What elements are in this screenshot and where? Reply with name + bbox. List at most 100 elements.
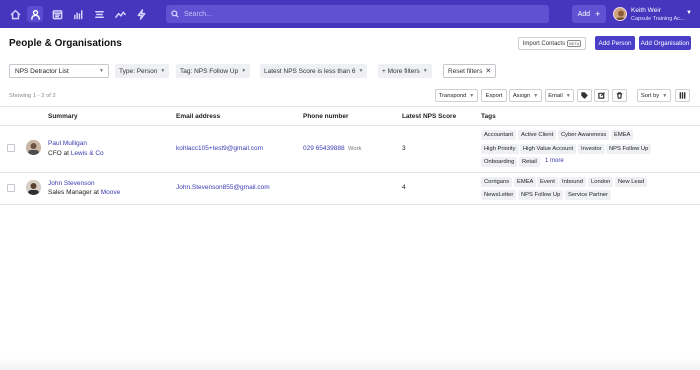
avatar[interactable]: [26, 140, 41, 155]
tag[interactable]: New Lead: [615, 177, 648, 187]
score-filter-value: 6: [351, 67, 356, 75]
reset-filters-button[interactable]: Reset filters ✕: [443, 64, 497, 78]
organisation-link[interactable]: Moove: [101, 189, 121, 196]
trash-icon: [616, 92, 623, 99]
tag[interactable]: London: [588, 177, 614, 187]
tag[interactable]: Inbound: [559, 177, 586, 187]
tag[interactable]: High Value Account: [520, 144, 577, 154]
person-name[interactable]: John Stevenson: [48, 180, 95, 187]
search-input[interactable]: Search...: [166, 5, 549, 23]
search-placeholder: Search...: [184, 10, 213, 18]
chevron-down-icon: ▼: [565, 92, 571, 99]
type-filter-label: Type:: [119, 67, 135, 75]
tag-button[interactable]: [577, 89, 592, 102]
delete-button[interactable]: [612, 89, 627, 102]
top-nav: Search... Add + Keith Weir Capsule Train…: [0, 0, 700, 28]
import-contacts-button[interactable]: Import Contacts BETA: [518, 37, 586, 50]
showing-count: Showing 1 - 2 of 2: [9, 93, 56, 99]
tag[interactable]: Active Client: [518, 130, 557, 140]
search-icon: [171, 10, 179, 18]
chevron-down-icon: ▼: [422, 68, 428, 74]
nps-score-filter[interactable]: Latest NPS Score is less than 6 ▼: [260, 64, 368, 78]
assign-label: Assign: [512, 92, 531, 99]
tag[interactable]: NPS Follow Up: [518, 190, 564, 200]
add-button-label: Add: [577, 10, 591, 18]
more-filters-button[interactable]: + More filters ▼: [378, 64, 432, 78]
email-link[interactable]: John.Stevenson855@gmail.com: [176, 184, 270, 191]
email-link[interactable]: kohlacc105+test9@gmail.com: [176, 145, 263, 152]
person-name[interactable]: Paul Mulligan: [48, 140, 87, 147]
people-icon[interactable]: [27, 6, 43, 22]
tag-filter-label: Tag:: [180, 67, 193, 75]
email-button[interactable]: Email ▼: [545, 89, 574, 102]
more-filters-label: + More filters: [382, 67, 420, 75]
bar-chart-icon[interactable]: [70, 6, 86, 22]
avatar[interactable]: [26, 180, 41, 195]
reset-filters-label: Reset filters: [448, 67, 483, 75]
tag[interactable]: EMEA: [611, 130, 634, 140]
tag[interactable]: NewsLetter: [481, 190, 517, 200]
tag[interactable]: Accountant: [481, 130, 517, 140]
column-nps-score[interactable]: Latest NPS Score: [402, 113, 456, 120]
person-title: CFO at Lewis & Co: [48, 150, 104, 157]
page-footer-shadow: [0, 358, 700, 370]
add-organisation-button[interactable]: Add Organisation: [639, 36, 691, 50]
export-button[interactable]: Export: [481, 89, 507, 102]
column-summary[interactable]: Summary: [48, 113, 78, 120]
chevron-down-icon[interactable]: ▼: [686, 10, 692, 16]
tag[interactable]: EMEA: [514, 177, 537, 187]
edit-button[interactable]: [594, 89, 609, 102]
list-icon[interactable]: [91, 6, 107, 22]
tag[interactable]: Event: [537, 177, 558, 187]
tag-icon: [581, 92, 588, 99]
home-icon[interactable]: [7, 6, 23, 22]
add-button[interactable]: Add +: [572, 5, 606, 23]
tag[interactable]: Retail: [519, 157, 540, 167]
row-checkbox[interactable]: [7, 184, 15, 192]
user-name[interactable]: Keith Weir: [631, 7, 661, 14]
user-org: Capsule Training Ac...: [631, 15, 685, 22]
job-title: Sales Manager at: [48, 189, 99, 196]
calendar-icon[interactable]: [49, 6, 65, 22]
type-filter-value: Person: [136, 67, 158, 75]
person-title: Sales Manager at Moove: [48, 189, 120, 196]
transpond-button[interactable]: Transpond ▼: [435, 89, 478, 102]
column-phone[interactable]: Phone number: [303, 113, 349, 120]
assign-button[interactable]: Assign ▼: [509, 89, 542, 102]
list-select[interactable]: NPS Detractor List ▼: [9, 64, 109, 78]
phone-link[interactable]: 029 65439888: [303, 145, 345, 152]
page-title: People & Organisations: [9, 38, 122, 49]
tag[interactable]: Cyber Awareness: [558, 130, 610, 140]
tag[interactable]: High Priority: [481, 144, 519, 154]
score-filter-label: Latest NPS Score is less than: [264, 67, 350, 75]
columns-button[interactable]: [675, 89, 690, 102]
activity-icon[interactable]: [112, 6, 128, 22]
import-contacts-label: Import Contacts: [522, 40, 566, 47]
job-title: CFO at: [48, 150, 69, 157]
tag[interactable]: Onboarding: [481, 157, 518, 167]
nps-score: 4: [402, 184, 406, 191]
phone-type: Work: [348, 145, 362, 152]
list-select-value: NPS Detractor List: [15, 67, 69, 75]
chevron-down-icon: ▼: [469, 92, 475, 99]
row-checkbox[interactable]: [7, 144, 15, 152]
columns-icon: [679, 92, 686, 99]
plus-icon: +: [595, 8, 601, 19]
more-tags-link[interactable]: 1 more: [545, 158, 564, 164]
organisation-link[interactable]: Lewis & Co: [71, 150, 104, 157]
chevron-down-icon: ▼: [358, 68, 364, 74]
sort-by-button[interactable]: Sort by ▼: [637, 89, 671, 102]
column-tags[interactable]: Tags: [481, 113, 496, 120]
tag[interactable]: Service Partner: [565, 190, 611, 200]
chevron-down-icon: ▼: [99, 68, 104, 74]
tag[interactable]: NPS Follow Up: [606, 144, 652, 154]
tag[interactable]: Corrigans: [481, 177, 513, 187]
column-email[interactable]: Email address: [176, 113, 220, 120]
add-person-button[interactable]: Add Person: [595, 36, 635, 50]
lightning-icon[interactable]: [133, 6, 149, 22]
avatar[interactable]: [613, 7, 627, 21]
tag[interactable]: Investor: [578, 144, 605, 154]
type-filter[interactable]: Type: Person ▼: [115, 64, 170, 78]
nps-score: 3: [402, 145, 406, 152]
tag-filter[interactable]: Tag: NPS Follow Up ▼: [176, 64, 251, 78]
